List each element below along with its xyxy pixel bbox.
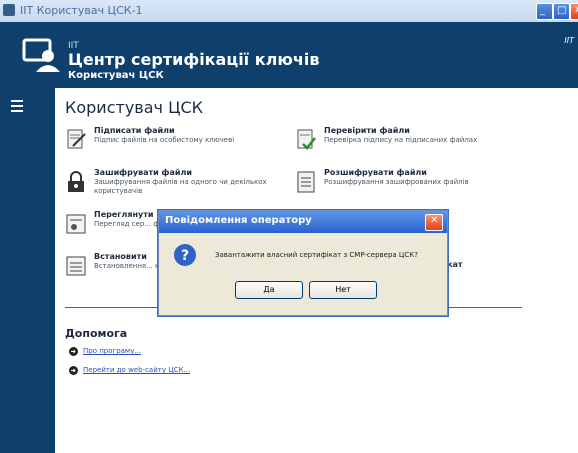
arrow-right-circle-icon xyxy=(69,347,78,356)
sidebar xyxy=(0,88,55,453)
app-header: ІІТ Центр сертифікації ключів Користувач… xyxy=(0,22,578,88)
yes-button[interactable]: Да xyxy=(235,281,303,299)
install-icon xyxy=(66,256,86,276)
corner-logo: ІІТ xyxy=(564,36,574,45)
no-button[interactable]: Нет xyxy=(309,281,377,299)
page-title: Користувач ЦСК xyxy=(65,98,204,117)
operator-message-dialog: Повідомлення оператору ✕ ? Завантажити в… xyxy=(158,210,448,316)
dialog-close-button[interactable]: ✕ xyxy=(425,214,443,231)
menu-icon[interactable] xyxy=(11,100,23,112)
verify-file-icon xyxy=(297,129,316,150)
website-link[interactable]: Перейти до web-сайту ЦСК... xyxy=(83,366,190,374)
arrow-right-circle-icon xyxy=(69,366,78,375)
dialog-title: Повідомлення оператору xyxy=(165,215,312,226)
question-icon: ? xyxy=(174,244,196,266)
certificate-user-logo-icon xyxy=(22,38,60,72)
dialog-message: Завантажити власний сертифікат з CMP-сер… xyxy=(215,251,418,259)
dialog-title-bar: Повідомлення оператору ✕ xyxy=(159,211,447,233)
close-button[interactable]: ✕ xyxy=(570,3,578,20)
app-window: ІІТ Користувач ЦСК-1 _ □ ✕ ІІТ Центр сер… xyxy=(0,0,578,453)
lock-icon xyxy=(68,171,84,192)
minimize-button[interactable]: _ xyxy=(536,3,553,20)
app-title: Центр сертифікації ключів xyxy=(68,50,320,69)
window-title: ІІТ Користувач ЦСК-1 xyxy=(20,4,143,17)
app-icon xyxy=(3,4,15,16)
title-bar: ІІТ Користувач ЦСК-1 _ □ ✕ xyxy=(0,0,578,23)
maximize-button[interactable]: □ xyxy=(553,3,570,20)
app-subtitle: Користувач ЦСК xyxy=(68,70,164,81)
decrypt-icon xyxy=(297,171,315,193)
sign-file-icon xyxy=(67,129,86,149)
certificate-view-icon xyxy=(66,214,86,234)
help-title: Допомога xyxy=(65,327,128,340)
about-link[interactable]: Про програму... xyxy=(83,347,141,355)
svg-text:?: ? xyxy=(181,248,189,264)
